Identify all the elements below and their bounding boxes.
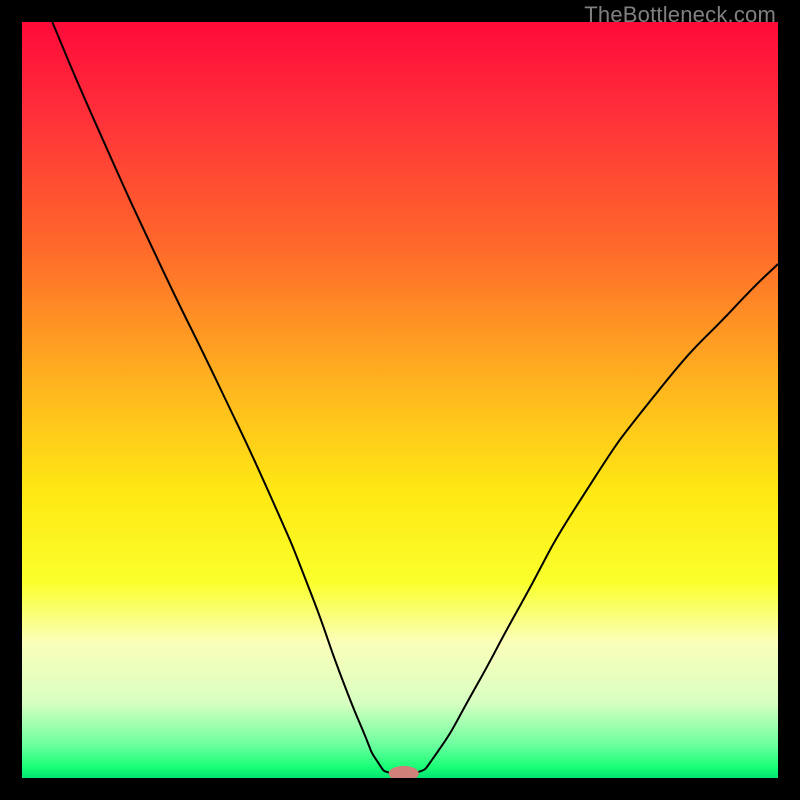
bottleneck-chart (22, 22, 778, 778)
chart-background (22, 22, 778, 778)
watermark-text: TheBottleneck.com (584, 2, 776, 28)
chart-frame (22, 22, 778, 778)
